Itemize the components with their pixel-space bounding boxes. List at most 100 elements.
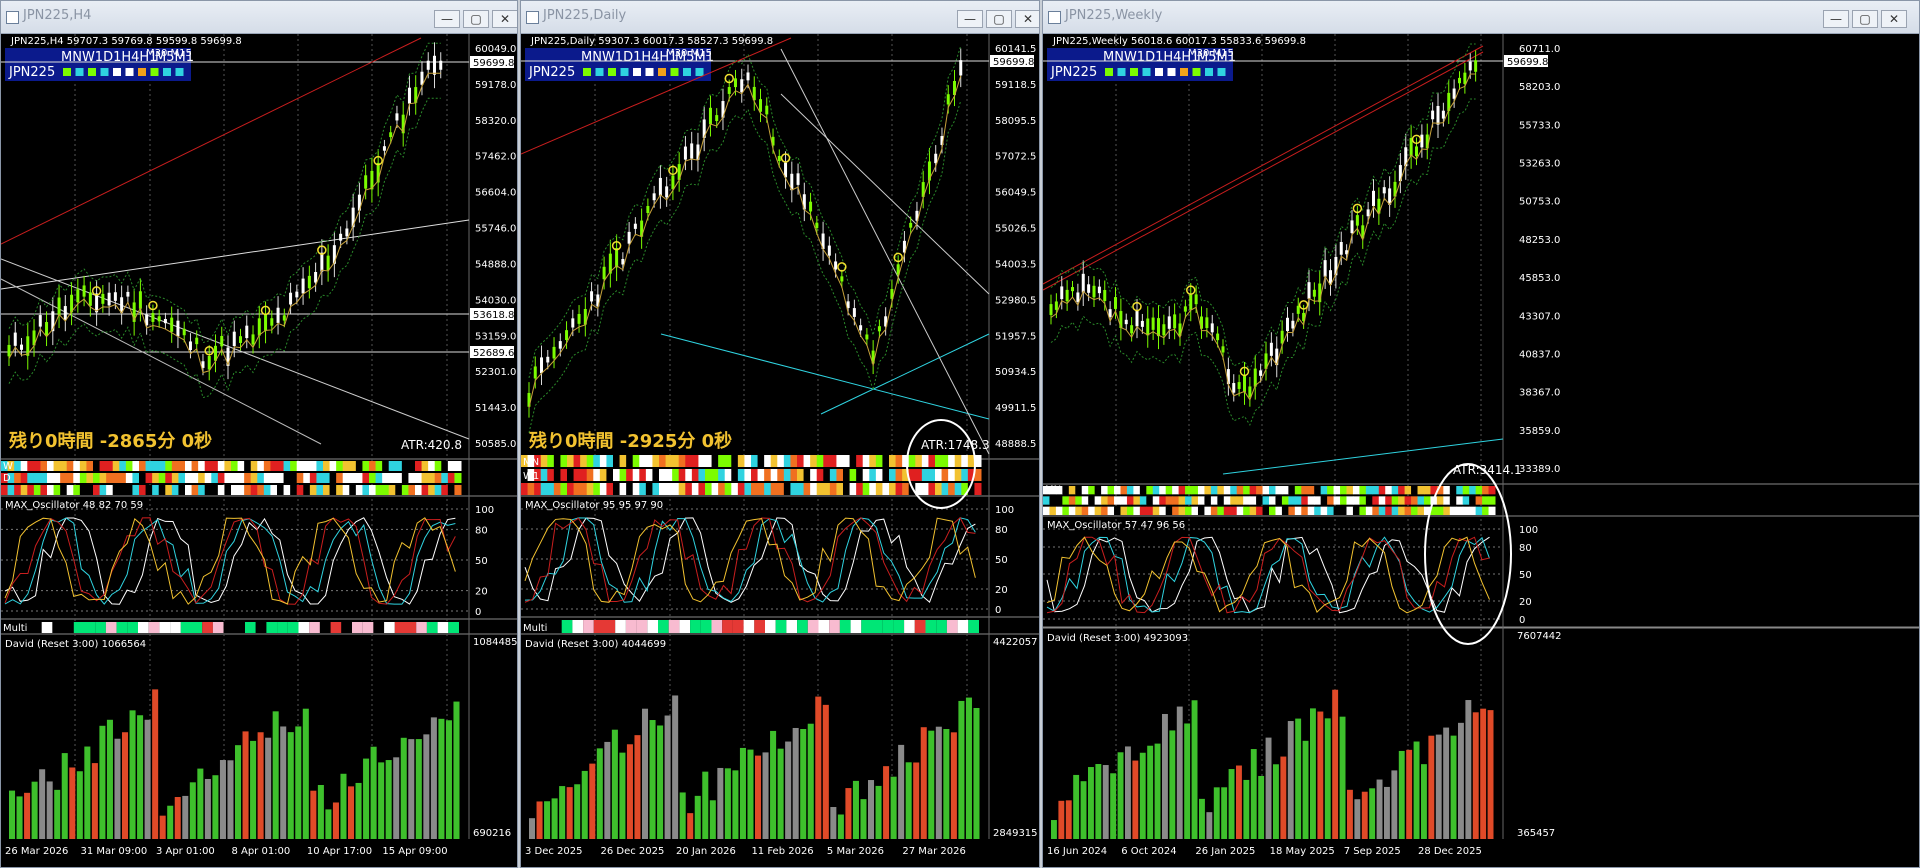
volume-bar xyxy=(1250,749,1257,839)
moving-average xyxy=(528,75,962,408)
candle xyxy=(1140,320,1144,327)
candle xyxy=(1436,105,1440,125)
maximize-button[interactable]: ▢ xyxy=(986,10,1012,28)
signal-strip-cell xyxy=(954,469,962,481)
chart-window-h4[interactable]: JPN225,H4 — ▢ ✕ JPN225,H4 59707.3 59769.… xyxy=(0,0,518,868)
band-line xyxy=(8,42,441,344)
window-titlebar[interactable]: JPN225,Weekly — ▢ ✕ xyxy=(1043,1,1919,34)
signal-strip-cell xyxy=(1352,486,1360,495)
signal-strip-cell xyxy=(1243,496,1251,505)
candle xyxy=(1189,294,1193,310)
minimize-button[interactable]: — xyxy=(434,10,460,28)
signal-strip-cell xyxy=(921,483,929,495)
signal-strip-cell xyxy=(1372,496,1380,505)
signal-strip-cell xyxy=(816,483,824,495)
volume-bar xyxy=(1073,774,1080,839)
signal-strip-cell xyxy=(908,455,916,467)
signal-strip-cell xyxy=(349,485,357,495)
window-titlebar[interactable]: JPN225,H4 — ▢ ✕ xyxy=(1,1,517,34)
price-scale-label: 59178.0 xyxy=(475,80,516,91)
signal-strip-cell xyxy=(112,461,120,471)
candle xyxy=(633,223,637,229)
volume-bar xyxy=(76,771,83,839)
close-button[interactable]: ✕ xyxy=(492,10,517,28)
signal-strip-cell xyxy=(27,461,35,471)
volume-bar xyxy=(679,792,686,839)
signal-strip-cell xyxy=(434,485,442,495)
timeframe-tail: M5M1 xyxy=(155,50,194,65)
candle xyxy=(439,60,443,70)
maximize-button[interactable]: ▢ xyxy=(1852,10,1878,28)
minimize-button[interactable]: — xyxy=(957,10,983,28)
multi-cell xyxy=(968,620,979,633)
timeframe-status-square xyxy=(670,68,679,76)
minimize-button[interactable]: — xyxy=(1823,10,1849,28)
timeframe-status-square xyxy=(175,68,184,76)
signal-strip-cell xyxy=(567,469,575,481)
multi-cell xyxy=(298,622,310,633)
multi-cell xyxy=(658,620,669,633)
multi-cell xyxy=(797,620,808,633)
signal-strip-cell xyxy=(889,469,897,481)
volume-bar xyxy=(702,771,709,839)
window-titlebar[interactable]: JPN225,Daily — ▢ ✕ xyxy=(521,1,1039,34)
timeframe-status-square xyxy=(583,68,591,76)
signal-strip-cell xyxy=(875,483,883,495)
candle xyxy=(565,330,569,341)
volume-bar xyxy=(348,786,355,839)
chart-window-weekly[interactable]: JPN225,Weekly — ▢ ✕ JPN225,Weekly 56018.… xyxy=(1042,0,1920,868)
signal-strip-cell xyxy=(810,455,818,467)
volume-bar xyxy=(1154,743,1161,839)
multi-cell xyxy=(700,620,712,633)
signal-strip-cell xyxy=(1107,486,1115,495)
chart-area[interactable]: JPN225,H4 59707.3 59769.8 59599.8 59699.… xyxy=(1,34,517,867)
signal-strip-cell xyxy=(567,483,575,495)
signal-strip-cell xyxy=(1243,486,1251,495)
chart-area[interactable]: JPN225,Daily 59307.3 60017.3 58527.3 596… xyxy=(521,34,1039,867)
date-label: 26 Mar 2026 xyxy=(5,846,68,857)
signal-strip-cell xyxy=(941,469,949,481)
signal-strip-cell xyxy=(665,455,673,467)
close-button[interactable]: ✕ xyxy=(1015,10,1039,28)
volume-bar xyxy=(619,752,626,839)
volume-bar xyxy=(913,762,920,839)
candle xyxy=(1372,190,1375,207)
signal-strip-cell xyxy=(165,485,173,495)
signal-strip-cell xyxy=(1340,506,1347,515)
signal-strip-cell xyxy=(724,483,732,495)
maximize-button[interactable]: ▢ xyxy=(463,10,489,28)
chart-window-daily[interactable]: JPN225,Daily — ▢ ✕ JPN225,Daily 59307.3 … xyxy=(520,0,1040,868)
signal-strip-cell xyxy=(1436,496,1444,505)
signal-strip-cell xyxy=(856,483,864,495)
signal-strip-cell xyxy=(60,485,68,495)
volume-bar xyxy=(1080,781,1087,839)
oscillator-level-label: 50 xyxy=(1519,570,1532,581)
signal-strip-cell xyxy=(1217,506,1225,515)
signal-strip-cell xyxy=(1281,506,1289,515)
signal-strip-cell xyxy=(1088,506,1096,515)
signal-strip-cell xyxy=(152,485,160,495)
signal-strip-cell xyxy=(415,461,423,471)
strip-label: W1 xyxy=(523,471,539,482)
signal-strip-cell xyxy=(593,469,601,481)
signal-strip-cell xyxy=(1320,506,1328,515)
multi-cell xyxy=(957,620,969,633)
chart-area[interactable]: JPN225,Weekly 56018.6 60017.3 55833.6 59… xyxy=(1043,34,1919,867)
signal-strip-cell xyxy=(441,485,449,495)
volume-bar xyxy=(589,763,596,839)
signal-strip-cell xyxy=(1101,496,1109,505)
volume-bar xyxy=(642,708,649,839)
volume-bar xyxy=(1310,708,1316,839)
oscillator-level-label: 100 xyxy=(475,505,494,516)
volume-bar xyxy=(890,776,897,839)
close-button[interactable]: ✕ xyxy=(1881,10,1907,28)
signal-strip-cell xyxy=(685,469,693,481)
signal-strip-cell xyxy=(47,461,55,471)
signal-strip-cell xyxy=(106,473,114,483)
signal-strip-cell xyxy=(40,473,48,483)
candle xyxy=(420,71,424,85)
multi-cell xyxy=(212,622,224,633)
signal-strip-cell xyxy=(645,483,653,495)
signal-strip-cell xyxy=(1230,496,1238,505)
volume-bar xyxy=(920,727,927,839)
